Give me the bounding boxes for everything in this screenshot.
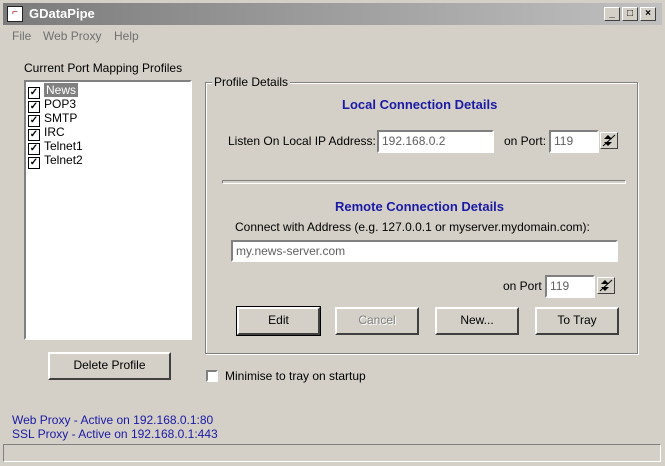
- list-item[interactable]: ✓ POP3: [28, 97, 77, 113]
- edit-button[interactable]: Edit: [236, 306, 321, 336]
- minimise-label: Minimise to tray on startup: [225, 369, 366, 383]
- window-title: GDataPipe: [29, 6, 95, 21]
- edit-label: Edit: [268, 313, 289, 327]
- remote-port-spinner[interactable]: [597, 277, 615, 294]
- checkbox-checked-icon[interactable]: ✓: [28, 157, 40, 169]
- list-item[interactable]: ✓ IRC: [28, 125, 65, 141]
- minimize-button[interactable]: _: [604, 7, 620, 21]
- menu-web-proxy[interactable]: Web Proxy: [43, 29, 101, 43]
- profile-name: Telnet2: [44, 153, 83, 167]
- ssl-proxy-status: SSL Proxy - Active on 192.168.0.1:443: [12, 427, 218, 441]
- remote-connection-heading: Remote Connection Details: [335, 199, 505, 214]
- title-bar[interactable]: ⌐ GDataPipe _ □ ×: [3, 3, 662, 25]
- new-label: New...: [460, 313, 494, 327]
- delete-profile-label: Delete Profile: [73, 358, 146, 372]
- new-button[interactable]: New...: [435, 307, 519, 335]
- spinner-arrows-icon: [602, 134, 616, 147]
- remote-port-label: on Port: [503, 279, 542, 293]
- profile-name: IRC: [44, 125, 65, 139]
- profile-name: News: [44, 83, 79, 97]
- list-item[interactable]: ✓ Telnet1: [28, 139, 83, 155]
- to-tray-label: To Tray: [557, 313, 597, 327]
- profile-name: POP3: [44, 97, 77, 111]
- delete-profile-button[interactable]: Delete Profile: [48, 352, 171, 380]
- profile-details-label: Profile Details: [212, 75, 291, 89]
- list-item[interactable]: ✓ Telnet2: [28, 153, 83, 169]
- local-connection-heading: Local Connection Details: [342, 97, 498, 112]
- to-tray-button[interactable]: To Tray: [535, 307, 619, 335]
- list-item[interactable]: ✓ SMTP: [28, 111, 78, 127]
- web-proxy-status: Web Proxy - Active on 192.168.0.1:80: [12, 413, 214, 427]
- cancel-button[interactable]: Cancel: [335, 307, 419, 335]
- menu-help[interactable]: Help: [114, 29, 139, 43]
- close-button[interactable]: ×: [640, 7, 656, 21]
- minimise-checkbox[interactable]: [206, 370, 218, 382]
- local-ip-field[interactable]: 192.168.0.2: [377, 130, 494, 153]
- profiles-list[interactable]: ✓ News ✓ POP3 ✓ SMTP ✓ IRC ✓ Telnet1 ✓ Telnet2: [24, 80, 192, 340]
- local-port-spinner[interactable]: [600, 132, 618, 149]
- maximize-button[interactable]: □: [622, 7, 638, 21]
- menu-bar: File Web Proxy Help: [3, 27, 662, 45]
- section-divider: [222, 180, 626, 184]
- remote-address-field[interactable]: my.news-server.com: [231, 240, 618, 262]
- local-port-field[interactable]: 119: [549, 130, 599, 153]
- remote-port-field[interactable]: 119: [545, 275, 595, 298]
- profile-name: Telnet1: [44, 139, 83, 153]
- local-port-label: on Port:: [504, 134, 547, 148]
- cancel-label: Cancel: [358, 313, 396, 327]
- profile-name: SMTP: [44, 111, 78, 125]
- listen-ip-label: Listen On Local IP Address:: [228, 134, 376, 148]
- status-bar: [3, 444, 661, 462]
- connect-address-label: Connect with Address (e.g. 127.0.0.1 or …: [235, 220, 590, 234]
- app-icon[interactable]: ⌐: [7, 6, 23, 22]
- profiles-label: Current Port Mapping Profiles: [24, 61, 183, 75]
- menu-file[interactable]: File: [12, 29, 31, 43]
- main-window: ⌐ GDataPipe _ □ × File Web Proxy Help Cu…: [0, 0, 665, 466]
- list-item[interactable]: ✓ News: [28, 83, 79, 99]
- spinner-arrows-icon: [599, 279, 613, 292]
